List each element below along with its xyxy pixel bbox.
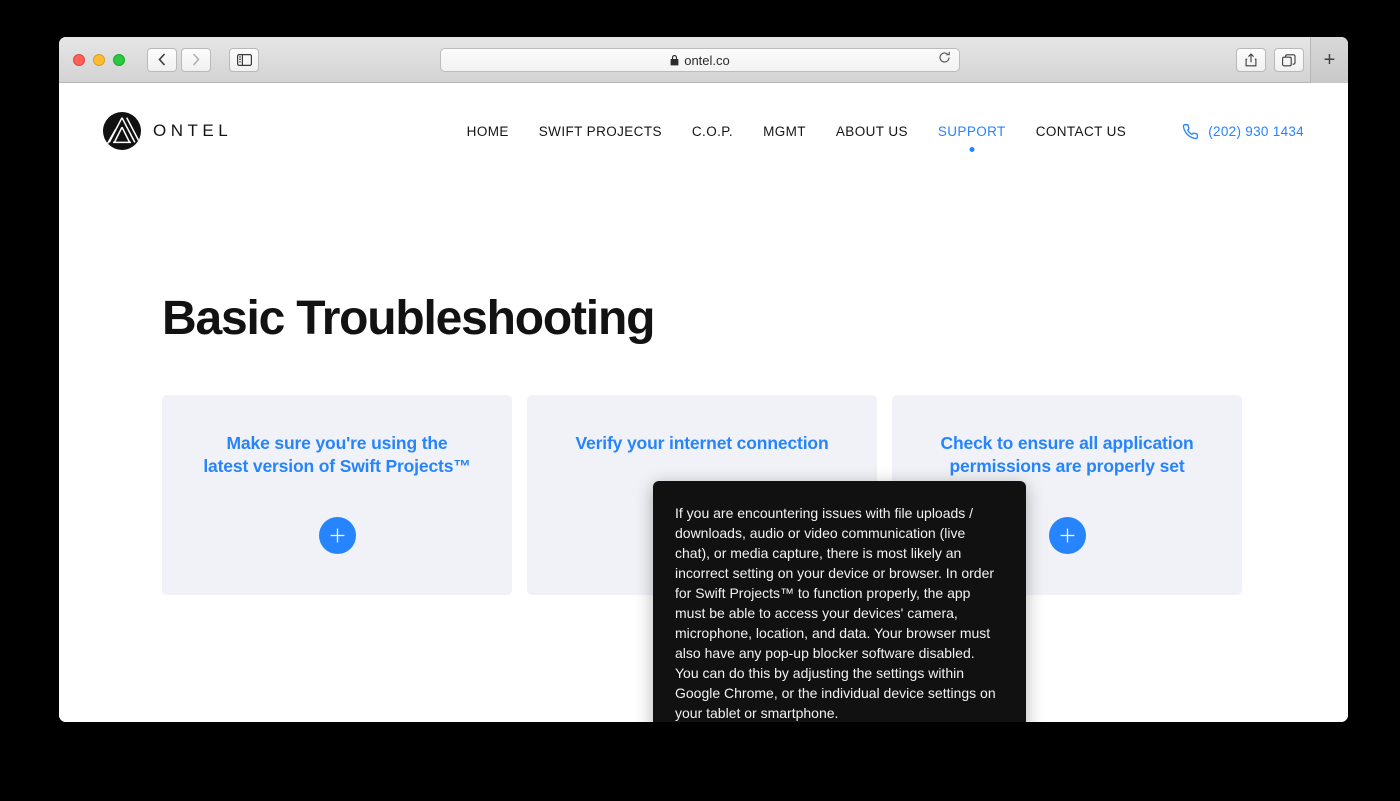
- nav-item-home[interactable]: HOME: [467, 124, 509, 139]
- ontel-logo-icon: [103, 112, 141, 150]
- url-label: ontel.co: [684, 52, 730, 68]
- plus-icon: [1060, 528, 1074, 543]
- brand-name: ONTEL: [153, 121, 233, 140]
- navigation-buttons: [147, 47, 211, 72]
- nav-item-cop[interactable]: C.O.P.: [692, 124, 733, 139]
- tab-overview-button[interactable]: [1274, 48, 1304, 72]
- card-title: Check to ensure all application permissi…: [940, 433, 1194, 477]
- expand-card-button[interactable]: [318, 517, 356, 554]
- reload-button[interactable]: [938, 51, 951, 69]
- address-bar[interactable]: ontel.co: [440, 48, 960, 72]
- page-title: Basic Troubleshooting: [162, 292, 655, 345]
- phone-number: (202) 930 1434: [1208, 123, 1304, 139]
- toolbar-right-buttons: [1236, 48, 1304, 72]
- phone-icon: [1182, 123, 1199, 139]
- plus-icon: [330, 528, 344, 543]
- nav-item-support-label: SUPPORT: [937, 123, 1006, 139]
- active-nav-dot: [969, 146, 975, 152]
- close-window-button[interactable]: [73, 53, 85, 66]
- lock-icon: [670, 54, 679, 65]
- nav-item-support[interactable]: SUPPORT: [937, 123, 1006, 152]
- troubleshooting-tooltip: If you are encountering issues with file…: [653, 481, 1026, 722]
- main-navigation: HOME SWIFT PROJECTS C.O.P. MGMT ABOUT US…: [467, 123, 1304, 152]
- card-title: Make sure you're using the latest versio…: [203, 433, 471, 477]
- nav-item-swift-projects[interactable]: SWIFT PROJECTS: [539, 124, 662, 139]
- url-text-group: ontel.co: [670, 53, 730, 68]
- share-button[interactable]: [1236, 48, 1266, 72]
- phone-link[interactable]: (202) 930 1434: [1182, 123, 1304, 140]
- card-latest-version[interactable]: Make sure you're using the latest versio…: [162, 395, 512, 595]
- nav-item-contact-us[interactable]: CONTACT US: [1036, 124, 1127, 139]
- traffic-lights: [73, 53, 125, 66]
- nav-item-mgmt[interactable]: MGMT: [763, 124, 806, 139]
- sidebar-toggle-button[interactable]: [229, 47, 259, 72]
- browser-toolbar: ontel.co +: [59, 37, 1348, 83]
- site-header: ONTEL HOME SWIFT PROJECTS C.O.P. MGMT AB…: [59, 83, 1348, 179]
- nav-item-about-us[interactable]: ABOUT US: [836, 124, 908, 139]
- page-content: ONTEL HOME SWIFT PROJECTS C.O.P. MGMT AB…: [59, 83, 1348, 722]
- browser-window: ontel.co + ONTEL HOME SWIFT PROJECTS C.O…: [59, 37, 1348, 722]
- minimize-window-button[interactable]: [93, 53, 105, 66]
- forward-button[interactable]: [181, 47, 211, 72]
- card-title: Verify your internet connection: [575, 433, 829, 453]
- brand-logo[interactable]: ONTEL: [103, 112, 232, 150]
- maximize-window-button[interactable]: [113, 53, 125, 66]
- back-button[interactable]: [147, 47, 177, 72]
- expand-card-button[interactable]: [1048, 517, 1086, 554]
- new-tab-button[interactable]: +: [1310, 37, 1348, 83]
- address-bar-container: ontel.co: [440, 48, 960, 72]
